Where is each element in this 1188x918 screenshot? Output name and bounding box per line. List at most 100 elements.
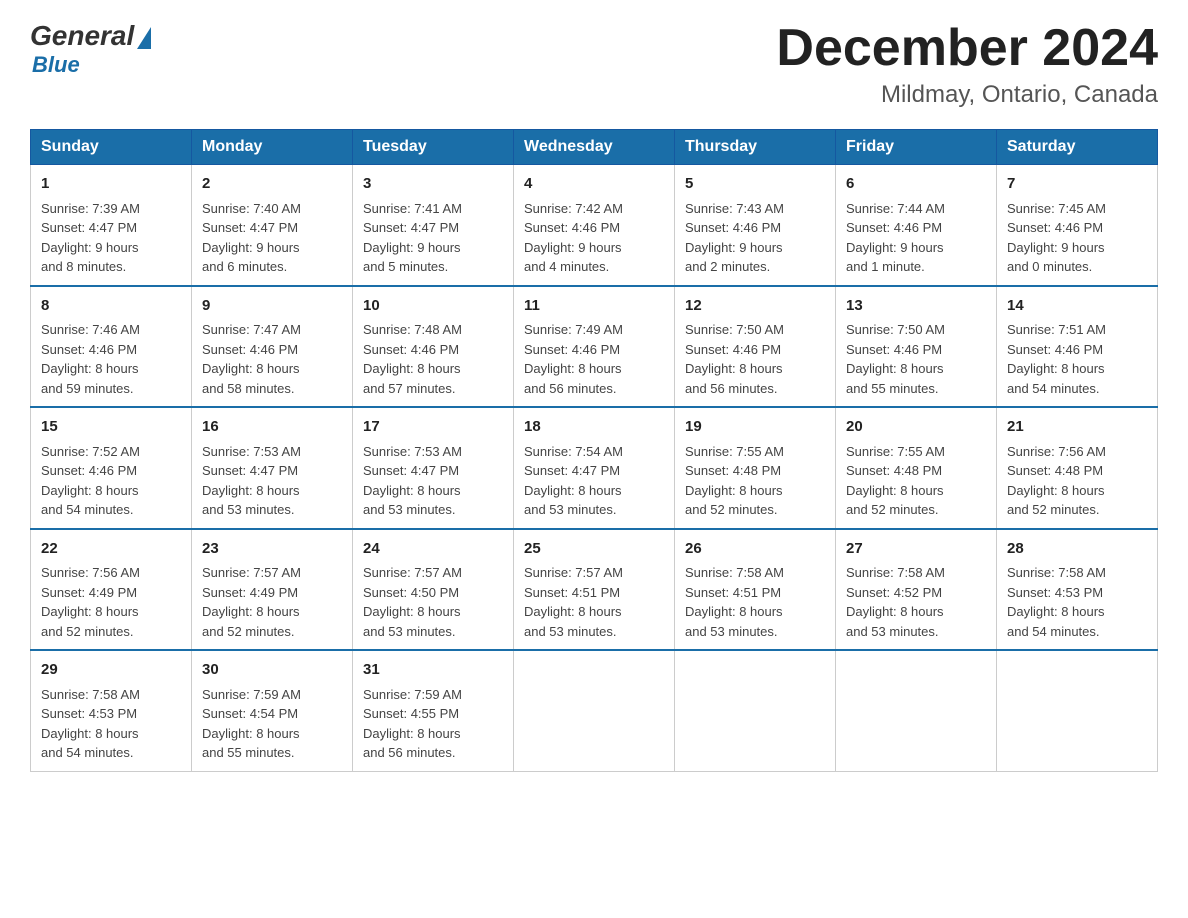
day-details: Sunrise: 7:40 AM Sunset: 4:47 PM Dayligh… (202, 199, 342, 277)
day-details: Sunrise: 7:50 AM Sunset: 4:46 PM Dayligh… (846, 320, 986, 398)
day-details: Sunrise: 7:51 AM Sunset: 4:46 PM Dayligh… (1007, 320, 1147, 398)
day-details: Sunrise: 7:48 AM Sunset: 4:46 PM Dayligh… (363, 320, 503, 398)
day-details: Sunrise: 7:58 AM Sunset: 4:53 PM Dayligh… (41, 685, 181, 763)
calendar-header-row: SundayMondayTuesdayWednesdayThursdayFrid… (31, 130, 1158, 165)
weekday-header-wednesday: Wednesday (514, 130, 675, 165)
calendar-cell: 4 Sunrise: 7:42 AM Sunset: 4:46 PM Dayli… (514, 165, 675, 286)
calendar-cell: 9 Sunrise: 7:47 AM Sunset: 4:46 PM Dayli… (192, 286, 353, 408)
calendar-cell: 12 Sunrise: 7:50 AM Sunset: 4:46 PM Dayl… (675, 286, 836, 408)
calendar-week-row: 29 Sunrise: 7:58 AM Sunset: 4:53 PM Dayl… (31, 650, 1158, 771)
day-details: Sunrise: 7:42 AM Sunset: 4:46 PM Dayligh… (524, 199, 664, 277)
day-details: Sunrise: 7:59 AM Sunset: 4:55 PM Dayligh… (363, 685, 503, 763)
day-number: 5 (685, 173, 825, 196)
day-details: Sunrise: 7:57 AM Sunset: 4:50 PM Dayligh… (363, 563, 503, 641)
calendar-cell (836, 650, 997, 771)
calendar-week-row: 1 Sunrise: 7:39 AM Sunset: 4:47 PM Dayli… (31, 165, 1158, 286)
day-details: Sunrise: 7:58 AM Sunset: 4:51 PM Dayligh… (685, 563, 825, 641)
day-number: 27 (846, 538, 986, 561)
title-section: December 2024 Mildmay, Ontario, Canada (776, 20, 1158, 109)
day-details: Sunrise: 7:54 AM Sunset: 4:47 PM Dayligh… (524, 442, 664, 520)
calendar-cell: 16 Sunrise: 7:53 AM Sunset: 4:47 PM Dayl… (192, 407, 353, 529)
day-details: Sunrise: 7:52 AM Sunset: 4:46 PM Dayligh… (41, 442, 181, 520)
day-number: 4 (524, 173, 664, 196)
day-number: 15 (41, 416, 181, 439)
calendar-cell: 18 Sunrise: 7:54 AM Sunset: 4:47 PM Dayl… (514, 407, 675, 529)
day-details: Sunrise: 7:57 AM Sunset: 4:51 PM Dayligh… (524, 563, 664, 641)
day-number: 2 (202, 173, 342, 196)
calendar-cell: 10 Sunrise: 7:48 AM Sunset: 4:46 PM Dayl… (353, 286, 514, 408)
calendar-cell: 23 Sunrise: 7:57 AM Sunset: 4:49 PM Dayl… (192, 529, 353, 651)
day-number: 29 (41, 659, 181, 682)
day-number: 25 (524, 538, 664, 561)
calendar-cell: 7 Sunrise: 7:45 AM Sunset: 4:46 PM Dayli… (997, 165, 1158, 286)
day-details: Sunrise: 7:53 AM Sunset: 4:47 PM Dayligh… (202, 442, 342, 520)
day-details: Sunrise: 7:55 AM Sunset: 4:48 PM Dayligh… (685, 442, 825, 520)
calendar-cell: 13 Sunrise: 7:50 AM Sunset: 4:46 PM Dayl… (836, 286, 997, 408)
weekday-header-thursday: Thursday (675, 130, 836, 165)
weekday-header-tuesday: Tuesday (353, 130, 514, 165)
day-details: Sunrise: 7:46 AM Sunset: 4:46 PM Dayligh… (41, 320, 181, 398)
weekday-header-monday: Monday (192, 130, 353, 165)
day-number: 14 (1007, 295, 1147, 318)
day-number: 22 (41, 538, 181, 561)
calendar-cell: 28 Sunrise: 7:58 AM Sunset: 4:53 PM Dayl… (997, 529, 1158, 651)
logo-general-text: General (30, 20, 134, 52)
day-number: 18 (524, 416, 664, 439)
day-details: Sunrise: 7:58 AM Sunset: 4:53 PM Dayligh… (1007, 563, 1147, 641)
day-details: Sunrise: 7:50 AM Sunset: 4:46 PM Dayligh… (685, 320, 825, 398)
calendar-cell (514, 650, 675, 771)
calendar-cell: 20 Sunrise: 7:55 AM Sunset: 4:48 PM Dayl… (836, 407, 997, 529)
day-details: Sunrise: 7:56 AM Sunset: 4:49 PM Dayligh… (41, 563, 181, 641)
calendar-cell: 1 Sunrise: 7:39 AM Sunset: 4:47 PM Dayli… (31, 165, 192, 286)
calendar-cell: 14 Sunrise: 7:51 AM Sunset: 4:46 PM Dayl… (997, 286, 1158, 408)
calendar-cell: 26 Sunrise: 7:58 AM Sunset: 4:51 PM Dayl… (675, 529, 836, 651)
calendar-week-row: 8 Sunrise: 7:46 AM Sunset: 4:46 PM Dayli… (31, 286, 1158, 408)
location-subtitle: Mildmay, Ontario, Canada (776, 81, 1158, 109)
logo: General Blue (30, 20, 151, 78)
day-number: 21 (1007, 416, 1147, 439)
day-number: 13 (846, 295, 986, 318)
month-year-title: December 2024 (776, 20, 1158, 77)
day-number: 16 (202, 416, 342, 439)
calendar-week-row: 22 Sunrise: 7:56 AM Sunset: 4:49 PM Dayl… (31, 529, 1158, 651)
day-number: 20 (846, 416, 986, 439)
day-number: 7 (1007, 173, 1147, 196)
calendar-cell (675, 650, 836, 771)
day-number: 6 (846, 173, 986, 196)
calendar-cell: 22 Sunrise: 7:56 AM Sunset: 4:49 PM Dayl… (31, 529, 192, 651)
day-number: 23 (202, 538, 342, 561)
calendar-cell: 24 Sunrise: 7:57 AM Sunset: 4:50 PM Dayl… (353, 529, 514, 651)
day-details: Sunrise: 7:45 AM Sunset: 4:46 PM Dayligh… (1007, 199, 1147, 277)
calendar-cell: 21 Sunrise: 7:56 AM Sunset: 4:48 PM Dayl… (997, 407, 1158, 529)
calendar-cell: 19 Sunrise: 7:55 AM Sunset: 4:48 PM Dayl… (675, 407, 836, 529)
day-details: Sunrise: 7:47 AM Sunset: 4:46 PM Dayligh… (202, 320, 342, 398)
day-number: 10 (363, 295, 503, 318)
day-details: Sunrise: 7:55 AM Sunset: 4:48 PM Dayligh… (846, 442, 986, 520)
day-number: 8 (41, 295, 181, 318)
day-details: Sunrise: 7:56 AM Sunset: 4:48 PM Dayligh… (1007, 442, 1147, 520)
day-number: 9 (202, 295, 342, 318)
day-number: 26 (685, 538, 825, 561)
calendar-cell: 15 Sunrise: 7:52 AM Sunset: 4:46 PM Dayl… (31, 407, 192, 529)
day-number: 11 (524, 295, 664, 318)
calendar-cell: 30 Sunrise: 7:59 AM Sunset: 4:54 PM Dayl… (192, 650, 353, 771)
day-number: 12 (685, 295, 825, 318)
calendar-cell: 8 Sunrise: 7:46 AM Sunset: 4:46 PM Dayli… (31, 286, 192, 408)
day-details: Sunrise: 7:41 AM Sunset: 4:47 PM Dayligh… (363, 199, 503, 277)
day-number: 3 (363, 173, 503, 196)
calendar-cell: 31 Sunrise: 7:59 AM Sunset: 4:55 PM Dayl… (353, 650, 514, 771)
calendar-cell: 5 Sunrise: 7:43 AM Sunset: 4:46 PM Dayli… (675, 165, 836, 286)
day-details: Sunrise: 7:43 AM Sunset: 4:46 PM Dayligh… (685, 199, 825, 277)
day-details: Sunrise: 7:53 AM Sunset: 4:47 PM Dayligh… (363, 442, 503, 520)
day-number: 1 (41, 173, 181, 196)
day-number: 28 (1007, 538, 1147, 561)
calendar-table: SundayMondayTuesdayWednesdayThursdayFrid… (30, 129, 1158, 772)
day-details: Sunrise: 7:39 AM Sunset: 4:47 PM Dayligh… (41, 199, 181, 277)
calendar-cell: 29 Sunrise: 7:58 AM Sunset: 4:53 PM Dayl… (31, 650, 192, 771)
day-number: 19 (685, 416, 825, 439)
day-number: 17 (363, 416, 503, 439)
day-details: Sunrise: 7:57 AM Sunset: 4:49 PM Dayligh… (202, 563, 342, 641)
weekday-header-sunday: Sunday (31, 130, 192, 165)
day-number: 30 (202, 659, 342, 682)
page-header: General Blue December 2024 Mildmay, Onta… (30, 20, 1158, 109)
